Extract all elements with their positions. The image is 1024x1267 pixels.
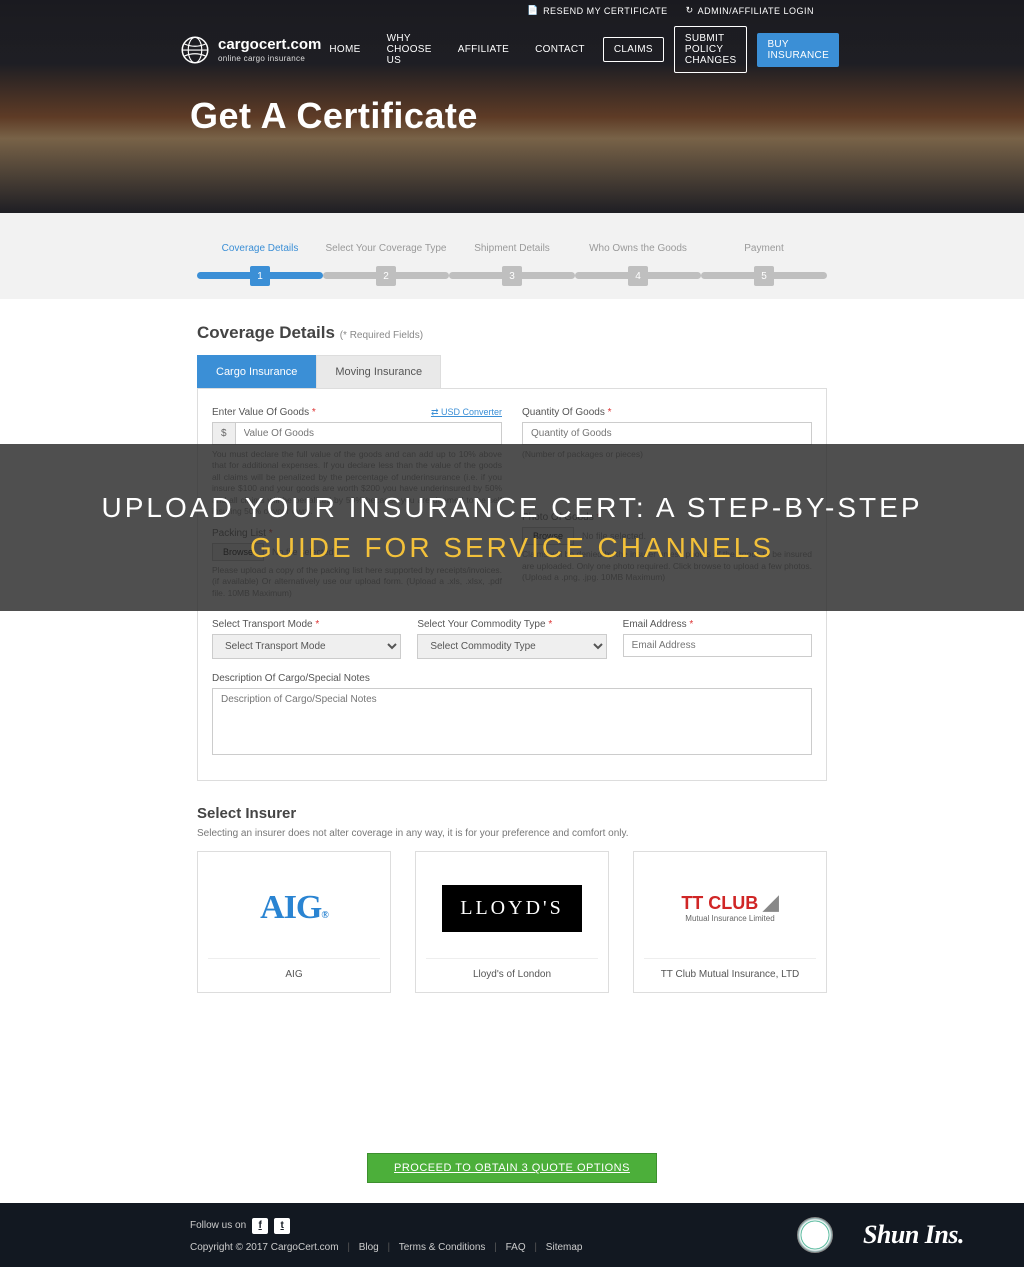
step-who-owns[interactable]: Who Owns the Goods 4 [575,243,701,279]
copyright: Copyright © 2017 CargoCert.com [190,1242,339,1253]
admin-login-label: ADMIN/AFFILIATE LOGIN [698,6,814,16]
value-of-goods-label: Enter Value Of Goods [212,407,309,418]
step-number: 3 [502,266,522,286]
required-fields-note: (* Required Fields) [340,330,423,341]
navbar: cargocert.com online cargo insurance HOM… [0,16,1024,73]
nav-buy-insurance[interactable]: BUY INSURANCE [757,33,839,67]
topbar: RESEND MY CERTIFICATE ADMIN/AFFILIATE LO… [0,0,1024,16]
follow-us: Follow us on f t [190,1218,582,1234]
commodity-type-label: Select Your Commodity Type [417,619,545,630]
lloyds-logo: LLOYD'S [442,882,582,934]
quantity-of-goods-input[interactable] [522,422,812,445]
step-payment[interactable]: Payment 5 [701,243,827,279]
insurer-name: TT Club Mutual Insurance, LTD [644,958,816,980]
footer-link-terms[interactable]: Terms & Conditions [399,1242,486,1253]
insurer-name: AIG [208,958,380,980]
tab-moving-insurance[interactable]: Moving Insurance [316,355,441,388]
insurer-card-aig[interactable]: AIG® AIG [197,851,391,993]
cta-wrap: PROCEED TO OBTAIN 3 QUOTE OPTIONS [0,993,1024,1203]
overlay-banner: UPLOAD YOUR INSURANCE CERT: A STEP-BY-ST… [0,444,1024,611]
trust-seal-icon [797,1217,833,1253]
step-label: Select Your Coverage Type [323,243,449,254]
main-container: Coverage Details (* Required Fields) Car… [197,299,827,993]
resend-certificate-link[interactable]: RESEND MY CERTIFICATE [527,5,667,16]
step-label: Coverage Details [197,243,323,254]
twitter-icon[interactable]: t [274,1218,290,1234]
page-title: Get A Certificate [0,73,1024,137]
refresh-icon [686,5,694,16]
globe-icon [180,35,210,65]
steps-band: Coverage Details 1 Select Your Coverage … [0,213,1024,299]
insurer-grid: AIG® AIG LLOYD'S Lloyd's of London TT CL… [197,851,827,993]
logo-tagline: online cargo insurance [218,54,321,63]
select-insurer-note: Selecting an insurer does not alter cove… [197,828,827,839]
value-of-goods-input[interactable] [235,422,502,445]
step-label: Who Owns the Goods [575,243,701,254]
facebook-icon[interactable]: f [252,1218,268,1234]
hero: RESEND MY CERTIFICATE ADMIN/AFFILIATE LO… [0,0,1024,213]
quantity-of-goods-label: Quantity Of Goods [522,407,605,418]
description-label: Description Of Cargo/Special Notes [212,673,370,684]
aig-logo: AIG® [260,882,328,934]
email-address-label: Email Address [623,619,687,630]
insurer-name: Lloyd's of London [426,958,598,980]
nav-links: HOME WHY CHOOSE US AFFILIATE CONTACT CLA… [321,26,839,73]
insurer-card-lloyds[interactable]: LLOYD'S Lloyd's of London [415,851,609,993]
coverage-details-heading: Coverage Details (* Required Fields) [197,299,827,355]
required-marker: * [689,619,693,630]
transport-mode-label: Select Transport Mode [212,619,313,630]
step-number: 1 [250,266,270,286]
nav-home[interactable]: HOME [321,38,368,61]
nav-contact[interactable]: CONTACT [527,38,593,61]
currency-prefix: $ [212,422,235,445]
nav-submit-policy-changes[interactable]: SUBMIT POLICY CHANGES [674,26,748,73]
tab-cargo-insurance[interactable]: Cargo Insurance [197,355,316,388]
proceed-button[interactable]: PROCEED TO OBTAIN 3 QUOTE OPTIONS [367,1153,657,1183]
document-icon [527,5,539,16]
transport-mode-select[interactable]: Select Transport Mode [212,634,401,659]
progress-stepper: Coverage Details 1 Select Your Coverage … [197,243,827,279]
step-shipment-details[interactable]: Shipment Details 3 [449,243,575,279]
footer-link-faq[interactable]: FAQ [506,1242,526,1253]
required-marker: * [312,407,316,418]
overlay-line-1: UPLOAD YOUR INSURANCE CERT: A STEP-BY-ST… [101,492,922,524]
insurance-type-tabs: Cargo Insurance Moving Insurance [197,355,827,388]
overlay-line-2: GUIDE FOR SERVICE CHANNELS [250,532,774,564]
step-number: 4 [628,266,648,286]
logo-text: cargocert.com [218,36,321,53]
step-label: Shipment Details [449,243,575,254]
nav-why-choose-us[interactable]: WHY CHOOSE US [379,27,440,72]
step-coverage-details[interactable]: Coverage Details 1 [197,243,323,279]
email-address-input[interactable] [623,634,812,657]
step-label: Payment [701,243,827,254]
step-number: 5 [754,266,774,286]
commodity-type-select[interactable]: Select Commodity Type [417,634,606,659]
brand-watermark: Shun Ins. [863,1220,964,1250]
footer-links: Copyright © 2017 CargoCert.com | Blog | … [190,1242,582,1253]
step-number: 2 [376,266,396,286]
admin-login-link[interactable]: ADMIN/AFFILIATE LOGIN [686,5,814,16]
resend-certificate-label: RESEND MY CERTIFICATE [543,6,668,16]
usd-converter-link[interactable]: ⇄ USD Converter [431,407,502,418]
required-marker: * [315,619,319,630]
nav-affiliate[interactable]: AFFILIATE [450,38,517,61]
coverage-details-title: Coverage Details [197,323,335,342]
logo[interactable]: cargocert.com online cargo insurance [180,35,321,65]
follow-us-label: Follow us on [190,1220,246,1231]
required-marker: * [608,407,612,418]
select-insurer-heading: Select Insurer [197,781,827,828]
description-textarea[interactable] [212,688,812,755]
nav-claims[interactable]: CLAIMS [603,37,664,62]
step-coverage-type[interactable]: Select Your Coverage Type 2 [323,243,449,279]
required-marker: * [548,619,552,630]
ttclub-logo: TT CLUB ◢ Mutual Insurance Limited [681,882,778,934]
footer-link-sitemap[interactable]: Sitemap [546,1242,583,1253]
insurer-card-ttclub[interactable]: TT CLUB ◢ Mutual Insurance Limited TT Cl… [633,851,827,993]
footer: Follow us on f t Copyright © 2017 CargoC… [0,1203,1024,1267]
footer-link-blog[interactable]: Blog [359,1242,379,1253]
